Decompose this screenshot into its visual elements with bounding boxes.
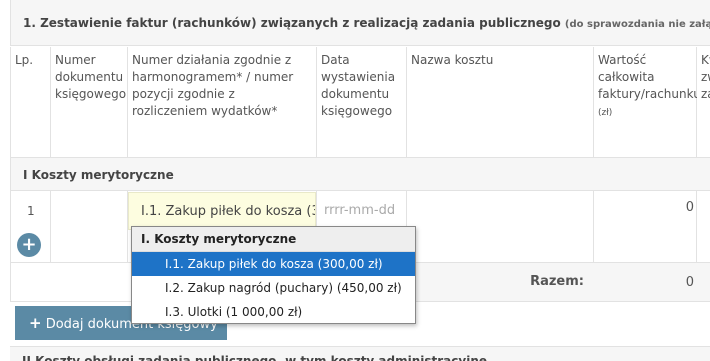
col-cut-off: Kw zw re za — [697, 47, 710, 157]
action-number-select[interactable]: I.1. Zakup piłek do kosza (300,00 zł) — [128, 192, 316, 230]
col-cost-name: Nazwa kosztu — [407, 47, 594, 157]
col-issue-date: Data wystawienia dokumentu księgowego — [317, 47, 407, 157]
row-lp: 1 — [27, 204, 35, 218]
col-unit: (zł) — [598, 108, 613, 118]
section-title: 1. Zestawienie faktur (rachunków) związa… — [10, 0, 710, 46]
col-lp: Lp. — [10, 47, 51, 157]
add-row-button[interactable]: + — [17, 233, 41, 257]
total-value: 0 — [685, 200, 694, 215]
sum-value: 0 — [685, 275, 694, 290]
dropdown-option[interactable]: I.1. Zakup piłek do kosza (300,00 zł) — [132, 252, 415, 276]
action-dropdown[interactable]: I. Koszty merytoryczne I.1. Zakup piłek … — [131, 226, 416, 324]
section-title-text: 1. Zestawienie faktur (rachunków) związa… — [23, 16, 561, 30]
dropdown-option[interactable]: I.2. Zakup nagród (puchary) (450,00 zł) — [132, 276, 415, 300]
col-total-value: Wartość całkowita faktury/rachunku (zł) — [594, 47, 701, 157]
bottom-section-title: II Koszty obsługi zadania publicznego, w… — [10, 346, 710, 361]
group-row: I Koszty merytoryczne — [10, 157, 710, 191]
sum-label: Razem: — [530, 274, 584, 289]
dropdown-option[interactable]: I.3. Ulotki (1 000,00 zł) — [132, 300, 415, 324]
col-doc-number: Numer dokumentu księgowego — [51, 47, 128, 157]
plus-icon: + — [21, 234, 37, 255]
doc-number-input[interactable] — [51, 191, 128, 262]
plus-icon: + — [29, 314, 42, 332]
section-note: (do sprawozdania nie załącza się orygina… — [564, 19, 710, 30]
issue-date-input[interactable]: rrrr-mm-dd — [317, 192, 407, 230]
col-action-number: Numer działania zgodnie z harmonogramem*… — [128, 47, 317, 157]
dropdown-group-label: I. Koszty merytoryczne — [132, 227, 415, 252]
cost-name-input[interactable] — [407, 191, 594, 262]
